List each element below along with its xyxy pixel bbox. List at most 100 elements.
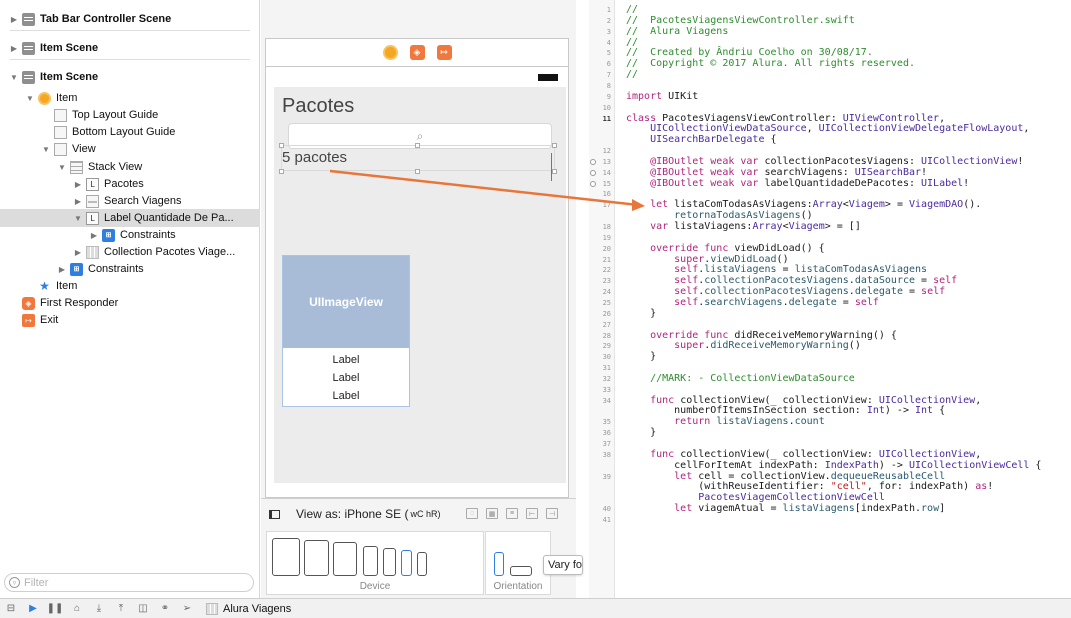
outline-row[interactable]: ▶ ⊞ Constraints [0,260,260,278]
resize-handle[interactable] [552,143,557,148]
outline-row[interactable]: Bottom Layout Guide [0,123,260,141]
code-line[interactable]: cellForItemAt indexPath: IndexPath) -> U… [626,460,1041,471]
resize-handle[interactable] [552,169,557,174]
code-line[interactable]: func collectionView(_ collectionView: UI… [626,449,981,460]
ipad-pro-10-device[interactable] [304,540,329,576]
disclosure-open-icon[interactable]: ▼ [72,214,84,223]
exit-icon[interactable]: ↦ [436,45,452,60]
resolve-issues-icon[interactable]: ⊣ [546,508,558,519]
embed-in-stack-icon[interactable]: ▦ [486,508,498,519]
cell-label[interactable]: Label [283,372,409,384]
collection-view-cell[interactable]: UIImageView Label Label Label [282,255,410,407]
disclosure-open-icon[interactable]: ▼ [24,94,36,103]
outline-row[interactable]: ▼ Stack View [0,158,260,176]
resize-handle[interactable] [415,169,420,174]
code-line[interactable]: } [626,351,656,362]
cell-label[interactable]: Label [283,354,409,366]
image-view[interactable]: UIImageView [283,256,409,348]
outline-row[interactable]: ▼ Item [0,89,260,107]
view-hierarchy-icon[interactable]: ◫ [132,600,154,618]
outline-row[interactable]: ▼ L Label Quantidade De Pa... [0,209,260,227]
code-line[interactable]: @IBOutlet weak var labelQuantidadeDePaco… [626,178,969,189]
outline-row[interactable]: ▶ Item Scene [0,39,260,57]
scheme-label[interactable]: Alura Viagens [223,603,291,615]
code-editor[interactable]: //// PacotesViagensViewController.swift /… [615,0,1071,598]
outline-row[interactable]: ▶ Tab Bar Controller Scene [0,10,260,28]
outline-row[interactable]: ↦ Exit [0,311,260,329]
step-over-icon[interactable]: ⌂ [66,600,88,618]
code-line[interactable]: @IBOutlet weak var searchViagens: UISear… [626,167,927,178]
code-line[interactable]: return listaViagens.count [626,416,825,427]
code-line[interactable]: @IBOutlet weak var collectionPacotesViag… [626,156,1023,167]
outline-row[interactable]: Top Layout Guide [0,106,260,124]
outlet-connection-dot-icon[interactable] [590,180,596,187]
code-line[interactable]: let cell = collectionView.dequeueReusabl… [626,471,945,482]
ipad-device[interactable] [333,542,357,576]
outline-row[interactable]: ▼ View [0,140,260,158]
code-line[interactable]: UISearchBarDelegate { [626,134,776,145]
code-line[interactable]: numberOfItemsInSection section: Int) -> … [626,405,945,416]
code-line[interactable]: self.listaViagens = listaComTodasAsViage… [626,264,927,275]
code-line[interactable]: UICollectionViewDataSource, UICollection… [626,123,1029,134]
disclosure-open-icon[interactable]: ▼ [56,163,68,172]
disclosure-closed-icon[interactable]: ▶ [72,197,84,206]
code-line[interactable]: // PacotesViagensViewController.swift [626,15,855,26]
code-line[interactable]: retornaTodasAsViagens() [626,210,813,221]
memory-graph-icon[interactable]: ⚭ [154,600,176,618]
iphone-se-device[interactable] [401,550,412,576]
outline-row[interactable]: ★ Item [0,277,260,295]
outlet-connection-dot-icon[interactable] [590,169,596,176]
code-line[interactable]: self.searchViagens.delegate = self [626,297,879,308]
resize-handle[interactable] [279,143,284,148]
code-line[interactable]: super.didReceiveMemoryWarning() [626,340,861,351]
code-line[interactable]: self.collectionPacotesViagens.dataSource… [626,275,957,286]
disclosure-closed-icon[interactable]: ▶ [72,180,84,189]
orientation-picker[interactable]: Orientation [485,531,551,595]
code-line[interactable]: //MARK: - CollectionViewDataSource [626,373,855,384]
code-line[interactable]: override func viewDidLoad() { [626,243,825,254]
breakpoints-icon[interactable]: ▶ [22,600,44,618]
outline-row[interactable]: ▼ Item Scene [0,68,260,86]
code-line[interactable]: self.collectionPacotesViagens.delegate =… [626,286,945,297]
ipad-pro-12-device[interactable] [272,538,300,576]
hide-debug-area-icon[interactable]: ⊟ [0,600,22,618]
disclosure-closed-icon[interactable]: ▶ [88,231,100,240]
vary-for-traits-button[interactable]: Vary fo [543,555,583,575]
resize-handle[interactable] [415,143,420,148]
code-line[interactable]: // Alura Viagens [626,26,728,37]
landscape-orientation[interactable] [510,566,532,576]
resize-handle[interactable] [279,169,284,174]
disclosure-open-icon[interactable]: ▼ [40,145,52,154]
disclosure-closed-icon[interactable]: ▶ [56,265,68,274]
disclosure-closed-icon[interactable]: ▶ [72,248,84,257]
simulate-location-icon[interactable]: ➢ [176,600,198,618]
outline-row[interactable]: ▶ ⊞ Constraints [0,226,260,244]
outline-filter-field[interactable]: ▿ Filter [4,573,254,592]
portrait-orientation[interactable] [494,552,504,576]
device-picker[interactable]: Device [266,531,484,595]
code-line[interactable]: } [626,308,656,319]
storyboard-canvas[interactable]: ◈ ↦ Pacotes ⌕ 5 pacotes UIImageView Labe… [261,0,583,598]
code-line[interactable]: // Copyright © 2017 Alura. All rights re… [626,58,915,69]
scene-view[interactable]: Pacotes ⌕ 5 pacotes UIImageView Label La… [265,66,569,498]
code-line[interactable]: class PacotesViagensViewController: UIVi… [626,113,945,124]
outline-row[interactable]: ▶ L Pacotes [0,175,260,193]
quantidade-pacotes-label[interactable]: 5 pacotes [282,149,347,166]
disclosure-open-icon[interactable]: ▼ [8,73,20,82]
view-controller-icon[interactable] [382,45,398,60]
code-line[interactable]: let listaComTodasAsViagens:Array<Viagem>… [626,199,981,210]
code-line[interactable]: let viagemAtual = listaViagens[indexPath… [626,503,945,514]
view-as-control[interactable]: View as: iPhone SE ( wC hR) [269,507,441,521]
code-line[interactable]: // [626,4,638,15]
code-line[interactable]: super.viewDidLoad() [626,254,788,265]
pause-icon[interactable]: ❚❚ [44,600,66,618]
outline-row[interactable]: ▶ Collection Pacotes Viage... [0,243,260,261]
iphone-plus-device[interactable] [363,546,378,576]
code-line[interactable]: (withReuseIdentifier: "cell", for: index… [626,481,993,492]
code-line[interactable]: var listaViagens:Array<Viagem> = [] [626,221,861,232]
code-line[interactable]: // [626,69,638,80]
toggle-outline-icon[interactable] [269,509,280,519]
first-responder-icon[interactable]: ◈ [409,45,425,60]
disclosure-closed-icon[interactable]: ▶ [8,44,20,53]
code-line[interactable]: override func didReceiveMemoryWarning() … [626,330,897,341]
